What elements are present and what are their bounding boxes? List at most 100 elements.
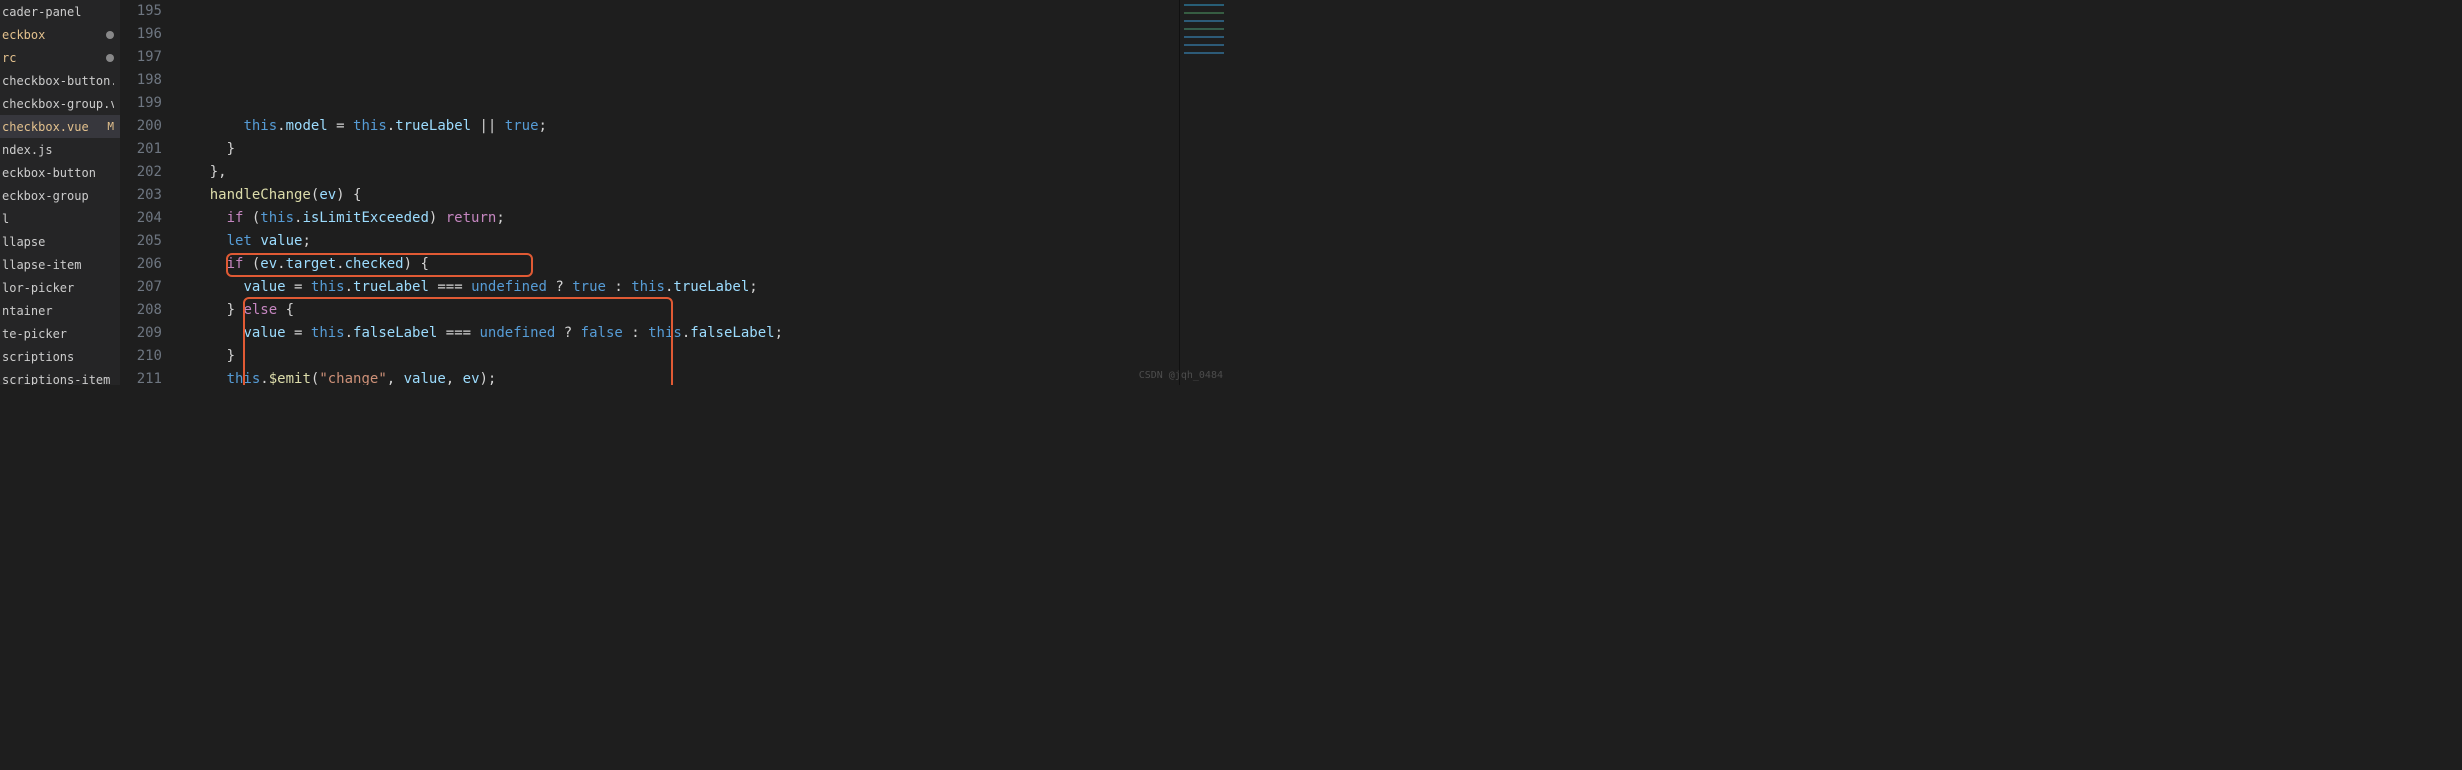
- sidebar-item-scriptions[interactable]: scriptions: [0, 345, 120, 368]
- sidebar-item-scriptions-item[interactable]: scriptions-item: [0, 368, 120, 385]
- sidebar-item-label: checkbox.vue: [2, 120, 107, 134]
- code-line[interactable]: },: [176, 161, 1179, 184]
- line-number: 204: [120, 207, 162, 230]
- code-line[interactable]: } else {: [176, 299, 1179, 322]
- sidebar-item-checkbox-vue[interactable]: checkbox.vueM: [0, 115, 120, 138]
- sidebar-item-l[interactable]: l: [0, 207, 120, 230]
- code-token: .: [387, 118, 395, 134]
- sidebar-item-ntainer[interactable]: ntainer: [0, 299, 120, 322]
- code-token: this: [243, 118, 277, 134]
- sidebar-item-lor-picker[interactable]: lor-picker: [0, 276, 120, 299]
- code-area[interactable]: this.model = this.trueLabel || true; } }…: [176, 0, 1179, 385]
- line-number: 206: [120, 253, 162, 276]
- sidebar-item-label: scriptions: [2, 350, 114, 364]
- code-token: ,: [387, 371, 404, 385]
- code-token: return: [446, 210, 497, 226]
- code-token: value: [260, 233, 302, 249]
- code-line[interactable]: this.$emit("change", value, ev);: [176, 368, 1179, 385]
- code-token: false: [581, 325, 623, 341]
- line-number: 203: [120, 184, 162, 207]
- sidebar-item-label: te-picker: [2, 327, 114, 341]
- code-token: .: [277, 256, 285, 272]
- sidebar-item-te-picker[interactable]: te-picker: [0, 322, 120, 345]
- sidebar-item-label: eckbox-group: [2, 189, 114, 203]
- editor-window: cader-panel eckbox rc checkbox-button.vue ch…: [0, 0, 1231, 385]
- code-token: ev: [319, 187, 336, 203]
- code-token: ) {: [336, 187, 361, 203]
- sidebar-item-label: cader-panel: [2, 5, 114, 19]
- sidebar-item-label: rc: [2, 51, 106, 65]
- code-token: ;: [749, 279, 757, 295]
- code-token: =: [286, 325, 311, 341]
- line-number: 208: [120, 299, 162, 322]
- code-token: ev: [260, 256, 277, 272]
- code-token: }: [176, 141, 235, 157]
- code-line[interactable]: if (this.isLimitExceeded) return;: [176, 207, 1179, 230]
- code-token: trueLabel: [673, 279, 749, 295]
- sidebar-item-label: checkbox-group.vue: [2, 97, 114, 111]
- line-number-gutter: 1951961971981992002012022032042052062072…: [120, 0, 176, 385]
- code-token: ?: [547, 279, 572, 295]
- code-token: .: [682, 325, 690, 341]
- code-token: this: [311, 325, 345, 341]
- code-token: ) {: [404, 256, 429, 272]
- line-number: 207: [120, 276, 162, 299]
- sidebar-item-cader-panel[interactable]: cader-panel: [0, 0, 120, 23]
- code-line[interactable]: }: [176, 138, 1179, 161]
- code-token: ===: [429, 279, 471, 295]
- sidebar-item-label: ndex.js: [2, 143, 114, 157]
- code-editor[interactable]: 1951961971981992002012022032042052062072…: [120, 0, 1231, 385]
- code-token: }: [176, 302, 243, 318]
- sidebar-item-label: ntainer: [2, 304, 114, 318]
- code-token: checked: [345, 256, 404, 272]
- code-token: ev: [463, 371, 480, 385]
- code-token: trueLabel: [353, 279, 429, 295]
- sidebar-item-eckbox-group[interactable]: eckbox-group: [0, 184, 120, 207]
- code-token: $emit: [269, 371, 311, 385]
- line-number: 197: [120, 46, 162, 69]
- code-token: :: [623, 325, 648, 341]
- sidebar-item-eckbox-button[interactable]: eckbox-button: [0, 161, 120, 184]
- code-line[interactable]: value = this.trueLabel === undefined ? t…: [176, 276, 1179, 299]
- code-token: target: [286, 256, 337, 272]
- file-explorer[interactable]: cader-panel eckbox rc checkbox-button.vue ch…: [0, 0, 120, 385]
- code-line[interactable]: if (ev.target.checked) {: [176, 253, 1179, 276]
- code-token: =: [286, 279, 311, 295]
- code-token: (: [243, 256, 260, 272]
- code-token: ;: [302, 233, 310, 249]
- line-number: 201: [120, 138, 162, 161]
- sidebar-item-label: eckbox-button: [2, 166, 114, 180]
- code-token: this: [311, 279, 345, 295]
- sidebar-item-label: checkbox-button.vue: [2, 74, 114, 88]
- code-line[interactable]: this.model = this.trueLabel || true;: [176, 115, 1179, 138]
- sidebar-item-rc[interactable]: rc: [0, 46, 120, 69]
- line-number: 196: [120, 23, 162, 46]
- code-token: =: [328, 118, 353, 134]
- sidebar-item-label: lor-picker: [2, 281, 114, 295]
- code-line[interactable]: handleChange(ev) {: [176, 184, 1179, 207]
- code-token: value: [404, 371, 446, 385]
- sidebar-item-llapse-item[interactable]: llapse-item: [0, 253, 120, 276]
- code-token: .: [336, 256, 344, 272]
- line-number: 199: [120, 92, 162, 115]
- sidebar-item-label: l: [2, 212, 114, 226]
- sidebar-item-checkbox-group-vue[interactable]: checkbox-group.vue: [0, 92, 120, 115]
- code-token: this: [648, 325, 682, 341]
- sidebar-item-llapse[interactable]: llapse: [0, 230, 120, 253]
- sidebar-item-label: scriptions-item: [2, 373, 114, 386]
- code-token: undefined: [471, 279, 547, 295]
- line-number: 209: [120, 322, 162, 345]
- watermark-text: CSDN @jqh_0484: [1139, 370, 1223, 381]
- minimap[interactable]: [1179, 0, 1231, 385]
- code-line[interactable]: value = this.falseLabel === undefined ? …: [176, 322, 1179, 345]
- code-token: falseLabel: [353, 325, 437, 341]
- sidebar-item-checkbox-button-vue[interactable]: checkbox-button.vue: [0, 69, 120, 92]
- code-line[interactable]: let value;: [176, 230, 1179, 253]
- code-token: [176, 371, 227, 385]
- sidebar-item-eckbox[interactable]: eckbox: [0, 23, 120, 46]
- code-token: [176, 279, 243, 295]
- code-line[interactable]: }: [176, 345, 1179, 368]
- sidebar-item-label: llapse-item: [2, 258, 114, 272]
- code-token: .: [345, 325, 353, 341]
- sidebar-item-ndex-js[interactable]: ndex.js: [0, 138, 120, 161]
